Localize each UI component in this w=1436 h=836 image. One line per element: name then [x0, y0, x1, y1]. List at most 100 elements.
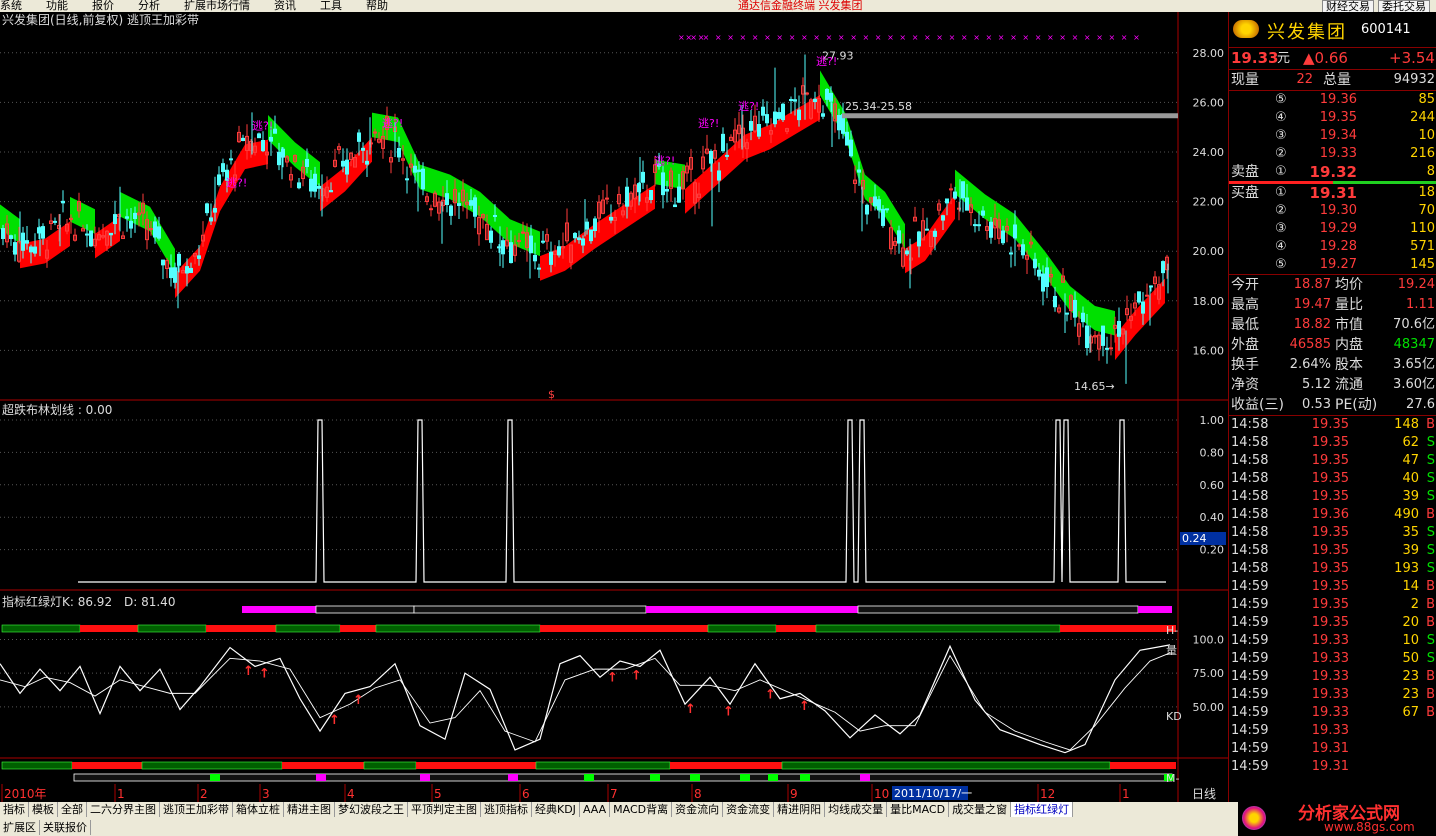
menu-item-7[interactable]: 帮助 — [366, 0, 388, 11]
indicator-tab-16[interactable]: 均线成交量 — [825, 802, 888, 817]
menu-item-1[interactable]: 功能 — [46, 0, 68, 11]
sell-level-index: ① — [1275, 164, 1287, 179]
menu-item-5[interactable]: 资讯 — [274, 0, 296, 11]
light-strip-upper — [707, 624, 777, 633]
tick-row[interactable]: 14:58 19.35 39 S — [1229, 488, 1436, 506]
buy-price: 19.27 — [1319, 257, 1357, 272]
indicator-tab-9[interactable]: 逃顶指标 — [481, 802, 532, 817]
indicator-tab-2[interactable]: 全部 — [58, 802, 87, 817]
candle-body — [837, 115, 841, 131]
sell-level-3[interactable]: ② 19.33 216 — [1229, 145, 1436, 163]
tick-row[interactable]: 14:59 19.31 — [1229, 740, 1436, 758]
ext-tab-0[interactable]: 扩展区 — [0, 820, 40, 835]
signal-bar-top — [315, 605, 415, 614]
buy-level-3[interactable]: ④ 19.28 571 — [1229, 238, 1436, 256]
ext-tab-1[interactable]: 关联报价 — [40, 820, 91, 835]
sell-level-4[interactable]: 卖盘 ① 19.32 8 — [1229, 163, 1436, 181]
tick-row[interactable]: 14:59 19.35 20 B — [1229, 614, 1436, 632]
tick-row[interactable]: 14:59 19.33 50 S — [1229, 650, 1436, 668]
indicator-tab-10[interactable]: 经典KDJ — [532, 802, 580, 817]
tick-row[interactable]: 14:58 19.35 35 S — [1229, 524, 1436, 542]
indicator-tab-3[interactable]: 二六分界主图 — [87, 802, 160, 817]
sell-level-0[interactable]: ⑤ 19.36 85 — [1229, 91, 1436, 109]
bottom-bar: 指标 模板 全部 二六分界主图 逃顶王加彩带 箱体立桩 精进主图 梦幻波段之王 平顶判定主图 逃顶… — [0, 802, 1436, 836]
light-strip-upper — [375, 624, 541, 633]
escape-label-4: 逃?! — [698, 117, 719, 130]
menu-item-0[interactable]: 系统 — [0, 0, 22, 11]
indicator-tab-12[interactable]: MACD背离 — [610, 802, 673, 817]
sell-level-1[interactable]: ④ 19.35 244 — [1229, 109, 1436, 127]
signal-mark: × — [863, 33, 870, 42]
candle-body — [641, 171, 645, 183]
candle-body — [989, 221, 993, 238]
tick-list[interactable]: 14:58 19.35 148 B 14:58 19.35 62 S 14:58 19.35 47 S… — [1229, 415, 1436, 776]
buy-level-2[interactable]: ③ 19.29 110 — [1229, 220, 1436, 238]
indicator-tab-18[interactable]: 成交量之窗 — [949, 802, 1012, 817]
indicator-tab-17[interactable]: 量比MACD — [887, 802, 950, 817]
trade-button-1[interactable]: 委托交易 — [1378, 0, 1430, 12]
tick-row[interactable]: 14:59 19.33 — [1229, 722, 1436, 740]
tick-direction: S — [1426, 525, 1435, 540]
tick-row[interactable]: 14:59 19.33 23 B — [1229, 686, 1436, 704]
tick-row[interactable]: 14:59 19.31 — [1229, 758, 1436, 776]
indicator-tab-4[interactable]: 逃顶王加彩带 — [160, 802, 233, 817]
menu-item-3[interactable]: 分析 — [138, 0, 160, 11]
period-label[interactable]: 日线 — [1192, 787, 1216, 801]
tick-row[interactable]: 14:59 19.35 14 B — [1229, 578, 1436, 596]
candle-body — [649, 189, 653, 201]
menu-item-6[interactable]: 工具 — [320, 0, 342, 11]
tick-time: 14:59 — [1231, 597, 1269, 612]
indicator-tab-14[interactable]: 资金流变 — [723, 802, 775, 817]
tick-row[interactable]: 14:58 19.35 62 S — [1229, 434, 1436, 452]
x-tick-4: 4 — [347, 787, 355, 801]
signal-marker — [740, 774, 750, 781]
candle-body — [581, 238, 585, 246]
buy-level-4[interactable]: ⑤ 19.27 145 — [1229, 256, 1436, 274]
tick-row[interactable]: 14:59 19.35 2 B — [1229, 596, 1436, 614]
candle-body — [361, 147, 365, 151]
indicator-tab-5[interactable]: 箱体立桩 — [233, 802, 284, 817]
total-volume: 94932 — [1393, 72, 1435, 87]
indicator-tab-13[interactable]: 资金流向 — [672, 802, 724, 817]
candle-body — [169, 267, 173, 279]
stat-value: 70.6亿 — [1393, 317, 1435, 332]
indicator-tab-0[interactable]: 指标 — [0, 802, 29, 817]
indicator-tab-8[interactable]: 平顶判定主图 — [408, 802, 481, 817]
tick-row[interactable]: 14:58 19.35 148 B — [1229, 416, 1436, 434]
indicator-tab-19[interactable]: 指标红绿灯 — [1011, 802, 1074, 817]
mid-chart-title: 超跌布林划线 : 0.00 — [2, 402, 112, 417]
tick-row[interactable]: 14:59 19.33 23 B — [1229, 668, 1436, 686]
stat-value: 19.47 — [1293, 297, 1331, 312]
indicator-tab-15[interactable]: 精进阴阳 — [774, 802, 826, 817]
tick-row[interactable]: 14:58 19.36 490 B — [1229, 506, 1436, 524]
kd-y-tick-2: 50.00 — [1193, 701, 1225, 714]
indicator-tab-7[interactable]: 梦幻波段之王 — [335, 802, 408, 817]
kd-y-tick-1: 75.00 — [1193, 667, 1225, 680]
buy-volume: 571 — [1410, 239, 1435, 254]
buy-level-1[interactable]: ② 19.30 70 — [1229, 202, 1436, 220]
menu-item-2[interactable]: 报价 — [92, 0, 114, 11]
tick-row[interactable]: 14:58 19.35 47 S — [1229, 452, 1436, 470]
tick-row[interactable]: 14:59 19.33 10 S — [1229, 632, 1436, 650]
indicator-tab-11[interactable]: AAA — [580, 802, 611, 817]
tick-row[interactable]: 14:58 19.35 40 S — [1229, 470, 1436, 488]
buy-level-0[interactable]: 买盘 ① 19.31 18 — [1229, 184, 1436, 202]
signal-mark: × — [813, 33, 820, 42]
trade-button-0[interactable]: 财经交易 — [1322, 0, 1374, 12]
stat-value: 46585 — [1289, 337, 1331, 352]
candle-body — [849, 139, 853, 157]
candle-body — [761, 106, 765, 116]
candle-body — [185, 266, 189, 274]
indicator-tab-6[interactable]: 精进主图 — [284, 802, 335, 817]
indicator-tab-1[interactable]: 模板 — [29, 802, 58, 817]
menu-item-4[interactable]: 扩展市场行情 — [184, 0, 250, 11]
chart-area[interactable]: 兴发集团(日线,前复权) 逃顶王加彩带 28.00 26.00 24.00 22.00 2… — [0, 12, 1228, 802]
sell-level-2[interactable]: ③ 19.34 10 — [1229, 127, 1436, 145]
tick-row[interactable]: 14:59 19.33 67 B — [1229, 704, 1436, 722]
tick-volume: 193 — [1394, 561, 1419, 576]
tick-row[interactable]: 14:58 19.35 39 S — [1229, 542, 1436, 560]
tick-row[interactable]: 14:58 19.35 193 S — [1229, 560, 1436, 578]
stat-value: 2.64% — [1289, 357, 1331, 372]
main-y-tick-6: 16.00 — [1193, 344, 1225, 357]
candle-body — [41, 226, 45, 239]
